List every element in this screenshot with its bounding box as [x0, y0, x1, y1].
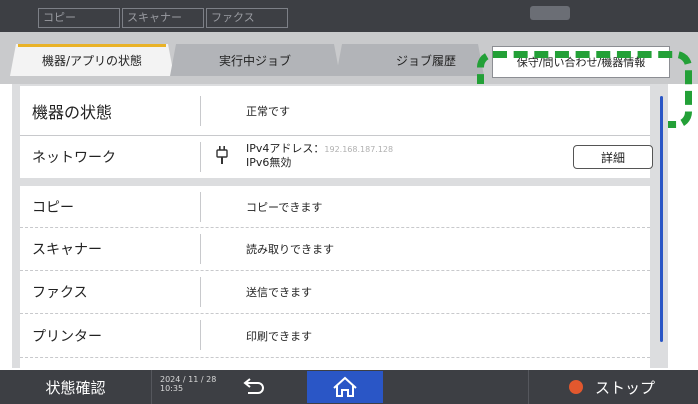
top-tab-copy[interactable]: コピー [38, 8, 120, 28]
function-row-fax: ファクス 送信できます [20, 271, 650, 314]
function-row-scanner: スキャナー 読み取りできます [20, 228, 650, 271]
function-value: 読み取りできます [246, 243, 334, 256]
top-tab-fax[interactable]: ファクス [206, 8, 288, 28]
back-arrow-icon [243, 378, 264, 394]
function-row-copy: コピー コピーできます [20, 186, 650, 228]
back-button[interactable] [232, 375, 276, 399]
function-label: プリンター [32, 328, 102, 345]
network-row: ネットワーク IPv4アドレス：192.168.187.128 IPv6無効 詳… [20, 136, 653, 178]
scrollbar[interactable] [660, 96, 663, 342]
bottom-bar: 状態確認 2024 / 11 / 28 10:35 ストップ [0, 370, 698, 404]
machine-status-row: 機器の状態 正常です [20, 86, 650, 136]
network-label: ネットワーク [32, 150, 116, 166]
home-button[interactable] [307, 371, 383, 403]
machine-status-value: 正常です [246, 104, 290, 118]
tab-running-jobs[interactable]: 実行中ジョブ [170, 44, 340, 76]
stop-button[interactable]: ストップ [528, 370, 698, 404]
top-tab-scanner[interactable]: スキャナー [122, 8, 204, 28]
machine-status-label: 機器の状態 [32, 102, 113, 122]
date-text: 2024 / 11 / 28 [160, 375, 217, 384]
function-label: スキャナー [32, 242, 102, 258]
time-text: 10:35 [160, 384, 184, 393]
active-tab-indicator [18, 44, 166, 47]
home-icon [333, 376, 357, 397]
stop-label: ストップ [595, 379, 656, 397]
ipv4-value: 192.168.187.128 [324, 145, 394, 154]
tab-device-status[interactable]: 機器/アプリの状態 [10, 44, 174, 76]
detail-button[interactable]: 詳細 [573, 145, 653, 169]
function-status-section: コピー コピーできます スキャナー 読み取りできます ファクス 送信できます プ… [20, 186, 650, 368]
status-panel: 機器の状態 正常です ネットワーク IPv4アドレス：192.168.187.1… [12, 84, 668, 368]
function-label: コピー [32, 199, 74, 216]
network-info: IPv4アドレス：192.168.187.128 IPv6無効 [246, 142, 393, 169]
top-bar: コピー スキャナー ファクス [0, 0, 698, 32]
stop-icon [569, 380, 583, 394]
tab-strip: 機器/アプリの状態 実行中ジョブ ジョブ履歴 保守/問い合わせ/機器情報 [0, 32, 698, 128]
top-search-button[interactable] [530, 6, 570, 20]
function-value: 印刷できます [246, 329, 312, 343]
status-check-button[interactable]: 状態確認 [0, 370, 152, 404]
device-status-section: 機器の状態 正常です ネットワーク IPv4アドレス：192.168.187.1… [20, 86, 653, 178]
function-value: コピーできます [246, 200, 323, 214]
datetime: 2024 / 11 / 28 10:35 [160, 375, 216, 393]
function-label: ファクス [32, 285, 88, 301]
function-value: 送信できます [246, 286, 312, 299]
tab-running-jobs-label: 実行中ジョブ [218, 53, 291, 68]
tab-job-history[interactable]: ジョブ履歴 [336, 44, 484, 76]
tab-job-history-label: ジョブ履歴 [395, 53, 456, 68]
plug-icon [216, 146, 228, 164]
function-row-printer: プリンター 印刷できます [20, 314, 650, 358]
tab-device-status-label: 機器/アプリの状態 [41, 53, 143, 68]
ipv6-status: IPv6無効 [246, 156, 292, 169]
ipv4-label: IPv4アドレス： [246, 142, 325, 155]
